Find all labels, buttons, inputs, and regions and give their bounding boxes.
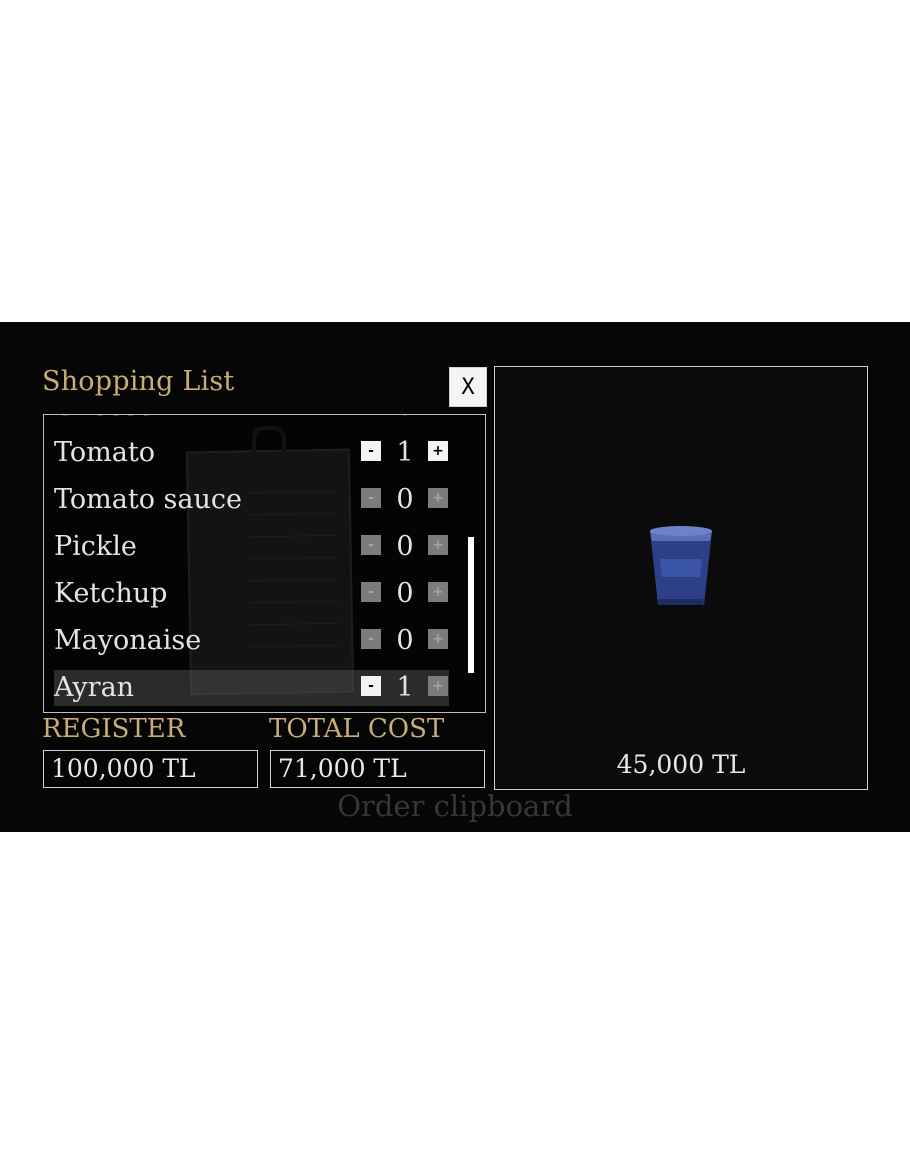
list-item-partial: Cheese 0 xyxy=(54,415,449,425)
item-name: Ayran xyxy=(54,672,135,703)
item-quantity: 0 xyxy=(396,578,414,609)
increase-button[interactable]: + xyxy=(428,488,448,508)
increase-button[interactable]: + xyxy=(428,629,448,649)
item-name: Ketchup xyxy=(54,578,168,609)
scrollbar[interactable] xyxy=(468,537,474,673)
close-button[interactable]: X xyxy=(449,367,487,407)
item-quantity: 0 xyxy=(396,625,414,656)
item-name: Cheese xyxy=(54,415,154,422)
item-name: Mayonaise xyxy=(54,625,202,656)
total-cost-label: TOTAL COST xyxy=(269,714,445,744)
increase-button[interactable]: + xyxy=(428,582,448,602)
interaction-hint: Order clipboard xyxy=(337,789,573,823)
shopping-list-title: Shopping List xyxy=(42,366,235,397)
item-quantity: 0 xyxy=(396,484,414,515)
list-item[interactable]: Mayonaise -0 + xyxy=(54,623,449,659)
item-quantity: 1 xyxy=(396,672,414,703)
list-item[interactable]: Tomato sauce -0 + xyxy=(54,482,449,518)
item-quantity: 0 xyxy=(396,531,414,562)
list-item[interactable]: Ketchup -0 + xyxy=(54,576,449,612)
item-quantity: 1 xyxy=(396,437,414,468)
list-item[interactable]: Tomato -1 + xyxy=(54,435,449,471)
increase-button[interactable]: + xyxy=(428,676,448,696)
item-preview: 45,000 TL xyxy=(494,366,868,790)
decrease-button[interactable]: - xyxy=(361,535,381,555)
decrease-button[interactable]: - xyxy=(361,441,381,461)
list-item[interactable]: Ayran -1 + xyxy=(54,670,449,706)
item-price: 45,000 TL xyxy=(616,750,746,779)
increase-button[interactable]: + xyxy=(428,441,448,461)
decrease-button[interactable]: - xyxy=(361,676,381,696)
total-cost-value: 71,000 TL xyxy=(270,750,485,788)
item-name: Tomato xyxy=(54,437,155,468)
item-quantity: 0 xyxy=(387,415,423,422)
list-item[interactable]: Pickle -0 + xyxy=(54,529,449,565)
increase-button[interactable]: + xyxy=(428,535,448,555)
item-name: Tomato sauce xyxy=(54,484,242,515)
decrease-button[interactable]: - xyxy=(361,582,381,602)
decrease-button[interactable]: - xyxy=(361,629,381,649)
shopping-list[interactable]: Cheese 0 Tomato-1+Tomato sauce-0+Pickle-… xyxy=(43,414,486,713)
decrease-button[interactable]: - xyxy=(361,488,381,508)
ayran-cup-icon xyxy=(650,526,712,605)
register-value: 100,000 TL xyxy=(43,750,258,788)
item-name: Pickle xyxy=(54,531,137,562)
register-label: REGISTER xyxy=(42,714,186,744)
game-viewport: Shopping List X Cheese 0 Tomato-1+Tomato… xyxy=(0,322,910,832)
